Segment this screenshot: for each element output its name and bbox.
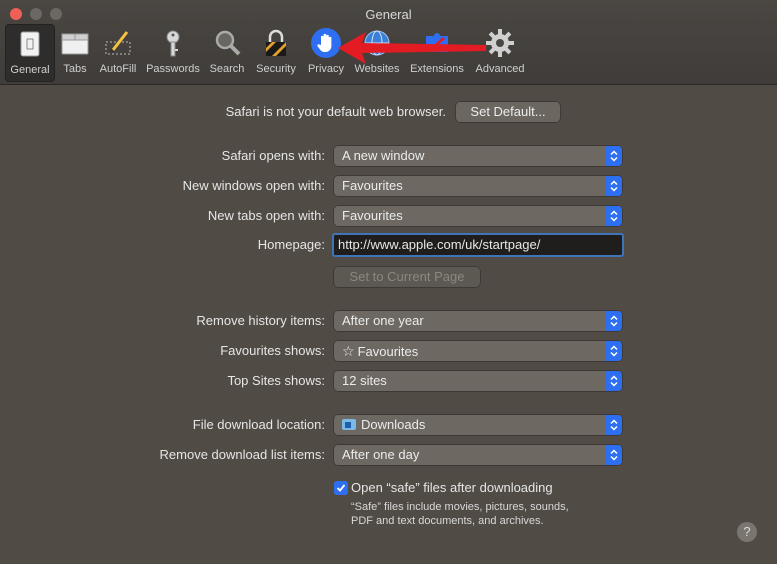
remove-downloads-select[interactable]: After one day [334,445,622,465]
chevron-updown-icon [606,176,622,196]
chevron-updown-icon [606,311,622,331]
download-location-label: File download location: [192,417,325,432]
general-icon [13,27,47,61]
checkmark-icon [336,484,346,492]
favourites-shows-select[interactable]: ☆ Favourites [334,341,622,361]
default-browser-message: Safari is not your default web browser. [225,104,446,119]
new-windows-select[interactable]: Favourites [334,176,622,196]
downloads-folder-icon [342,419,356,430]
select-value: 12 sites [342,373,387,388]
select-value-text: Downloads [361,417,426,432]
new-tabs-label: New tabs open with: [207,208,325,223]
select-value: A new window [342,148,425,163]
autofill-icon [101,26,135,60]
chevron-updown-icon [606,371,622,391]
tab-tabs[interactable]: Tabs [56,24,94,80]
opens-with-select[interactable]: A new window [334,146,622,166]
window-title: General [365,7,412,22]
remove-history-select[interactable]: After one year [334,311,622,331]
tab-label: Security [256,63,296,75]
tab-label: Search [209,63,245,75]
select-value: Favourites [342,178,403,193]
download-location-select[interactable]: Downloads [334,415,622,435]
safe-files-note: “Safe” files include movies, pictures, s… [351,501,569,527]
homepage-label: Homepage: [257,237,325,252]
chevron-updown-icon [606,146,622,166]
select-value-text: Favourites [357,344,419,359]
select-value: After one year [342,313,424,328]
magnifier-icon [210,26,244,60]
tab-label: Tabs [63,63,87,75]
set-to-current-page-button[interactable]: Set to Current Page [334,267,480,287]
help-button[interactable]: ? [737,522,757,542]
remove-downloads-label: Remove download list items: [159,447,325,462]
key-icon [156,26,190,60]
new-tabs-select[interactable]: Favourites [334,206,622,226]
tab-label: General [10,64,50,76]
toolbar: General General Tabs AutoFill Passwords … [0,0,777,85]
tab-passwords[interactable]: Passwords [143,24,203,80]
select-value: Downloads [342,415,425,435]
tab-search[interactable]: Search [207,24,247,80]
favourites-shows-label: Favourites shows: [220,343,325,358]
gear-icon [483,26,517,60]
tab-general[interactable]: General [5,24,55,82]
tabs-icon [58,26,92,60]
set-default-button[interactable]: Set Default... [456,102,560,122]
select-value: After one day [342,447,420,462]
chevron-updown-icon [606,415,622,435]
preferences-window: General General Tabs AutoFill Passwords … [0,0,777,564]
chevron-updown-icon [606,445,622,465]
default-browser-row: Safari is not your default web browser. … [0,102,777,122]
select-value: Favourites [342,208,403,223]
chevron-updown-icon [606,341,622,361]
tab-autofill[interactable]: AutoFill [96,24,140,80]
top-sites-select[interactable]: 12 sites [334,371,622,391]
top-sites-label: Top Sites shows: [227,373,325,388]
star-icon: ☆ [342,343,355,359]
select-value: ☆ Favourites [342,341,418,362]
homepage-input[interactable]: http://www.apple.com/uk/startpage/ [332,233,624,257]
tab-security[interactable]: Security [251,24,301,80]
new-windows-label: New windows open with: [182,178,325,193]
tab-label: Passwords [146,63,200,75]
annotation-arrow-icon [338,32,486,64]
lock-icon [259,26,293,60]
homepage-value: http://www.apple.com/uk/startpage/ [338,237,541,252]
remove-history-label: Remove history items: [196,313,325,328]
open-safe-files-checkbox[interactable] [334,481,348,495]
open-safe-files-label[interactable]: Open “safe” files after downloading [351,478,553,498]
opens-with-label: Safari opens with: [221,148,325,163]
chevron-updown-icon [606,206,622,226]
tab-label: AutoFill [99,63,137,75]
